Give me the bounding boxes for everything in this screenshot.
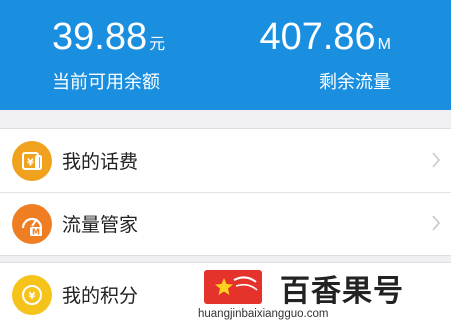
- points-icon: ¥: [12, 275, 52, 315]
- phone-bill-icon: ¥: [12, 141, 52, 181]
- data-remaining-value: 407.86: [259, 16, 376, 58]
- watermark-text: 百香果号: [280, 274, 404, 309]
- account-summary-header: 39.88 元 当前可用余额 407.86 M 剩余流量: [0, 0, 451, 110]
- balance-label: 当前可用余额: [52, 72, 160, 93]
- svg-text:¥: ¥: [29, 291, 36, 302]
- svg-text:¥: ¥: [27, 158, 34, 169]
- data-manager-icon: M: [12, 204, 52, 244]
- menu-item-label: 我的积分: [62, 285, 139, 307]
- balance-value: 39.88: [52, 16, 148, 58]
- data-remaining-stat[interactable]: 407.86 M 剩余流量: [259, 14, 391, 96]
- watermark-url: huangjinbaixiangguo.com: [198, 308, 329, 320]
- menu-item-label: 流量管家: [62, 214, 139, 236]
- data-remaining-unit: M: [377, 36, 391, 53]
- menu-item-phone-bill[interactable]: ¥ 我的话费: [0, 129, 451, 192]
- watermark-logo: [204, 270, 262, 304]
- data-remaining-label: 剩余流量: [319, 72, 391, 93]
- balance-value-line: 39.88 元: [52, 14, 165, 68]
- balance-unit: 元: [149, 36, 166, 53]
- watermark: 百香果号 huangjinbaixiangguo.com: [190, 266, 451, 326]
- menu-item-data-manager[interactable]: M 流量管家: [0, 192, 451, 255]
- chevron-right-icon: [432, 152, 441, 168]
- data-value-line: 407.86 M: [259, 14, 391, 68]
- menu-group-services: ¥ 我的话费 M 流量管家: [0, 128, 451, 256]
- svg-text:M: M: [32, 228, 40, 237]
- chevron-right-icon: [432, 215, 441, 231]
- balance-stat[interactable]: 39.88 元 当前可用余额: [52, 14, 165, 96]
- menu-item-label: 我的话费: [62, 151, 139, 173]
